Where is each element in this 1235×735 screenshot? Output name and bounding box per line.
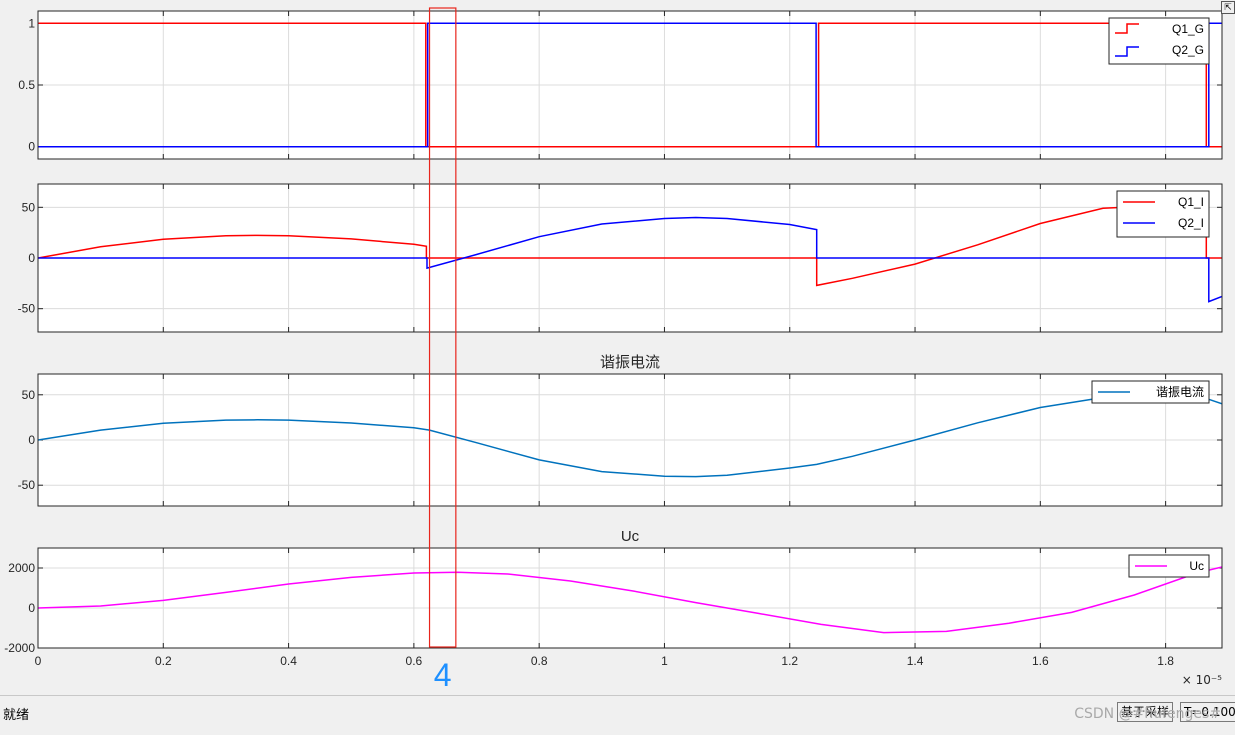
y-tick-label: 50 — [22, 388, 36, 402]
legend: Q1_G Q2_G — [1108, 17, 1210, 65]
x-tick-label: 1 — [661, 654, 668, 668]
x-tick-label: 0.2 — [155, 654, 172, 668]
x-tick-label: 0.8 — [531, 654, 548, 668]
watermark: CSDN @#hufenges# — [1074, 706, 1221, 722]
x-tick-label: 0.4 — [280, 654, 297, 668]
y-tick-label: 2000 — [8, 561, 35, 575]
y-tick-label: -50 — [18, 302, 36, 316]
axes-panel-3: -50050谐振电流谐振电流 — [18, 353, 1223, 507]
x-tick-label: 1.6 — [1032, 654, 1049, 668]
legend: 谐振电流 — [1091, 380, 1210, 404]
y-tick-label: 0 — [28, 140, 35, 154]
status-bar: 就绪 基于采样 T=0.100 CSDN @#hufenges# — [0, 695, 1235, 735]
axes-title: 谐振电流 — [600, 353, 660, 371]
legend-label: Uc — [1189, 559, 1204, 573]
annotation-label: 4 — [434, 657, 452, 693]
x-tick-label: 0 — [35, 654, 42, 668]
x-tick-label: 0.6 — [406, 654, 423, 668]
x-tick-label: 1.4 — [907, 654, 924, 668]
x-multiplier-label: × 10⁻⁵ — [1182, 673, 1222, 687]
legend-label: Q1_I — [1178, 195, 1204, 209]
scope-figure: 00.51 Q1_GQ2_G-50050 Q1_IQ2_I-50050谐振电流谐振电… — [4, 7, 1223, 693]
y-tick-label: 0 — [28, 251, 35, 265]
status-text: 就绪 — [3, 708, 30, 723]
x-tick-label: 1.2 — [781, 654, 798, 668]
restore-icon[interactable]: ⇱ — [1221, 1, 1235, 14]
y-tick-label: 0 — [28, 601, 35, 615]
axes-panel-4: -2000 0 2000 Uc Uc — [4, 528, 1223, 655]
legend-label: Q2_I — [1178, 216, 1204, 230]
x-tick-label: 1.8 — [1157, 654, 1174, 668]
y-tick-label: 50 — [22, 200, 36, 214]
legend-label: Q2_G — [1172, 43, 1204, 57]
legend-label: Q1_G — [1172, 22, 1204, 36]
plot-area — [38, 548, 1222, 648]
axes-title: Uc — [621, 528, 640, 545]
y-tick-label: 0 — [28, 433, 35, 447]
axes-panel-2: -50 0 50 Q1_I Q2_I — [18, 183, 1223, 333]
axes-panel-1: 0 0.5 1 Q1_G Q2_G — [18, 10, 1223, 160]
y-tick-label: 1 — [28, 16, 35, 30]
legend: Q1_I Q2_I — [1116, 190, 1210, 238]
y-tick-label: -50 — [18, 478, 36, 492]
legend: Uc — [1128, 554, 1210, 578]
legend-label: 谐振电流 — [1156, 385, 1204, 399]
y-tick-label: -2000 — [4, 641, 35, 655]
y-tick-label: 0.5 — [18, 78, 35, 92]
